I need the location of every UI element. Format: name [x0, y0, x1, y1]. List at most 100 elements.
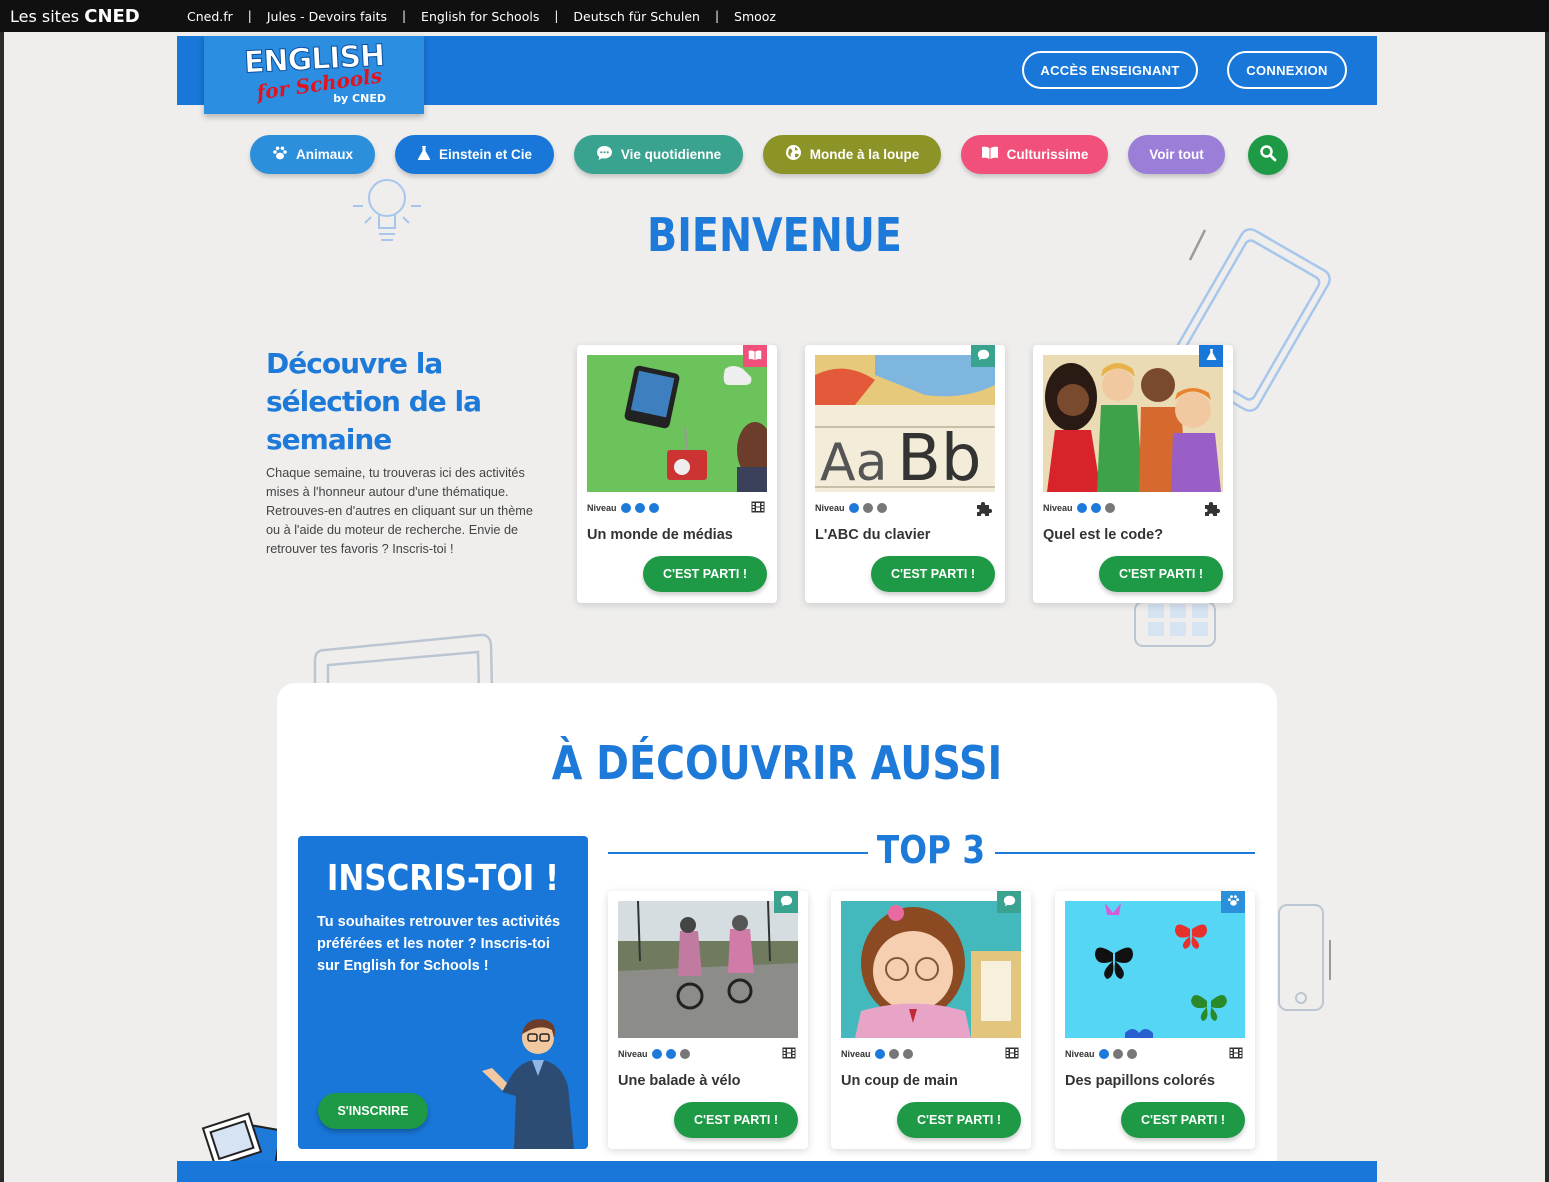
level-label: Niveau	[841, 1049, 871, 1059]
search-icon	[1259, 144, 1277, 166]
activity-thumbnail-bike[interactable]	[618, 901, 798, 1038]
laptop-illustration	[313, 633, 494, 690]
category-label: Culturissime	[1006, 147, 1089, 162]
phone-illustration	[1278, 904, 1331, 1011]
level-dot	[634, 503, 645, 513]
activity-thumbnail-butterflies[interactable]	[1065, 901, 1245, 1038]
activity-title[interactable]: Des papillons colorés	[1065, 1073, 1215, 1089]
welcome-title: BIENVENUE	[647, 208, 902, 262]
level-indicator: Niveau	[1043, 503, 1115, 513]
theme-badge	[774, 891, 798, 913]
activity-title[interactable]: Un monde de médias	[587, 527, 733, 543]
activity-thumbnail-keyboard[interactable]: Aa Bb	[815, 355, 995, 492]
level-dot	[902, 1049, 913, 1059]
activity-card[interactable]: Niveau Une balade à vélo C'EST PARTI !	[608, 891, 808, 1149]
theme-badge	[1199, 345, 1223, 367]
search-button[interactable]	[1248, 135, 1288, 175]
activity-title[interactable]: Un coup de main	[841, 1073, 958, 1089]
top3-title: TOP 3	[876, 828, 986, 872]
activity-title[interactable]: Une balade à vélo	[618, 1073, 741, 1089]
activity-card[interactable]: Niveau Un coup de main C'EST PARTI !	[831, 891, 1031, 1149]
level-dot	[1104, 503, 1115, 513]
activity-thumbnail-media[interactable]	[587, 355, 767, 492]
start-activity-button[interactable]: C'EST PARTI !	[674, 1102, 798, 1138]
calculator-illustration	[1134, 601, 1216, 647]
film-icon	[782, 1047, 796, 1063]
category-vie-quotidienne-button[interactable]: Vie quotidienne	[574, 135, 743, 174]
flask-icon	[417, 145, 431, 165]
level-dot	[862, 503, 873, 513]
cned-sites-bar: Les sites CNED Cned.fr | Jules - Devoirs…	[0, 0, 1549, 32]
start-activity-button[interactable]: C'EST PARTI !	[897, 1102, 1021, 1138]
link-smooz[interactable]: Smooz	[734, 9, 776, 24]
start-activity-button[interactable]: C'EST PARTI !	[1099, 556, 1223, 592]
brand-name: CNED	[84, 5, 140, 27]
paw-icon	[1227, 894, 1240, 910]
chat-bubble-icon	[1003, 895, 1016, 910]
category-label: Vie quotidienne	[620, 147, 722, 162]
separator: |	[714, 9, 720, 23]
start-activity-button[interactable]: C'EST PARTI !	[871, 556, 995, 592]
link-jules[interactable]: Jules - Devoirs faits	[267, 9, 387, 24]
book-icon	[981, 145, 999, 164]
level-dot	[620, 503, 631, 513]
teacher-illustration	[482, 1019, 574, 1149]
globe-icon	[785, 144, 802, 165]
discover-title: À DÉCOUVRIR AUSSI	[551, 736, 1003, 790]
category-voir-tout-button[interactable]: Voir tout	[1128, 135, 1225, 174]
signup-button[interactable]: S'INSCRIRE	[318, 1093, 428, 1129]
english-for-schools-logo[interactable]: ENGLISH for Schools by CNED	[204, 36, 424, 114]
category-animaux-button[interactable]: Animaux	[250, 135, 375, 174]
level-dot	[1126, 1049, 1137, 1059]
link-english-for-schools[interactable]: English for Schools	[421, 9, 539, 24]
activity-card[interactable]: Niveau Un monde de médias C'EST PARTI !	[577, 345, 777, 603]
start-activity-button[interactable]: C'EST PARTI !	[643, 556, 767, 592]
level-dot	[1098, 1049, 1109, 1059]
theme-badge	[971, 345, 995, 367]
svg-text:Aa: Aa	[820, 433, 887, 492]
link-cned-fr[interactable]: Cned.fr	[187, 9, 233, 24]
level-dot	[874, 1049, 885, 1059]
activity-card[interactable]: Niveau Des papillons colorés C'EST PARTI…	[1055, 891, 1255, 1149]
activity-thumbnail-helping-hand[interactable]	[841, 901, 1021, 1038]
separator: |	[247, 9, 252, 23]
puzzle-icon	[975, 501, 993, 521]
footer-bar	[177, 1161, 1377, 1182]
category-einstein-button[interactable]: Einstein et Cie	[395, 135, 554, 174]
film-icon	[751, 501, 765, 517]
activity-card[interactable]: Niveau Quel est le code? C'EST PARTI !	[1033, 345, 1233, 603]
signup-panel: INSCRIS-TOI ! Tu souhaites retrouver tes…	[298, 836, 588, 1149]
teacher-access-button[interactable]: ACCÈS ENSEIGNANT	[1022, 51, 1198, 89]
top3-divider-left	[608, 852, 868, 854]
separator: |	[554, 9, 559, 23]
category-monde-a-la-loupe-button[interactable]: Monde à la loupe	[763, 135, 941, 174]
level-dot	[679, 1049, 690, 1059]
category-label: Animaux	[295, 147, 353, 162]
link-deutsch-fur-schulen[interactable]: Deutsch für Schulen	[573, 9, 700, 24]
activity-title[interactable]: Quel est le code?	[1043, 527, 1163, 543]
selection-title: Découvre la sélection de la semaine	[266, 347, 482, 456]
chat-bubble-icon	[977, 349, 990, 364]
svg-text:Bb: Bb	[897, 422, 982, 492]
activity-thumbnail-code[interactable]	[1043, 355, 1223, 492]
login-button[interactable]: CONNEXION	[1227, 51, 1347, 89]
paw-icon	[272, 145, 288, 165]
book-icon	[748, 349, 762, 364]
activity-card[interactable]: Aa Bb Niveau L'ABC du clavier C'EST PART…	[805, 345, 1005, 603]
level-label: Niveau	[815, 503, 845, 513]
chat-bubble-icon	[780, 895, 793, 910]
cned-sites-links: Cned.fr | Jules - Devoirs faits | Englis…	[187, 9, 776, 24]
start-activity-button[interactable]: C'EST PARTI !	[1121, 1102, 1245, 1138]
window-edge-right	[1545, 32, 1549, 1182]
level-dot	[888, 1049, 899, 1059]
level-label: Niveau	[1065, 1049, 1095, 1059]
activity-title[interactable]: L'ABC du clavier	[815, 527, 930, 543]
level-dot	[1112, 1049, 1123, 1059]
category-culturissime-button[interactable]: Culturissime	[961, 135, 1108, 174]
level-indicator: Niveau	[815, 503, 887, 513]
level-label: Niveau	[587, 503, 617, 513]
level-label: Niveau	[1043, 503, 1073, 513]
level-dot	[1090, 503, 1101, 513]
level-dot	[665, 1049, 676, 1059]
level-dot	[1076, 503, 1087, 513]
